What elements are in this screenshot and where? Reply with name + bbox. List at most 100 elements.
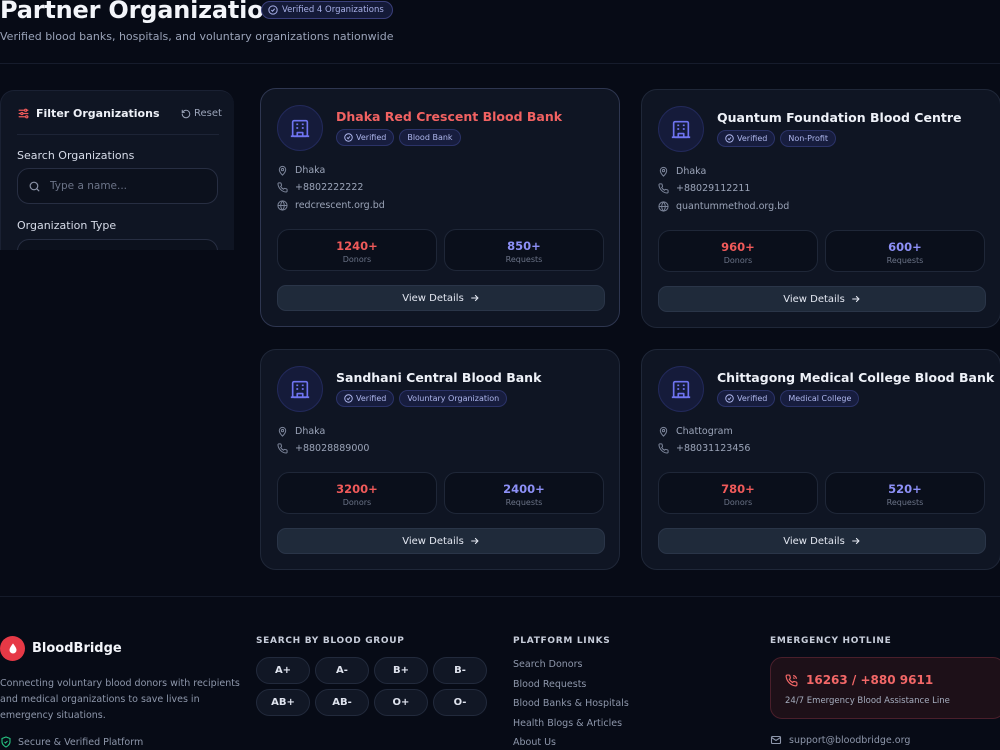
requests-value: 2400+ bbox=[503, 482, 545, 496]
check-circle-icon bbox=[268, 5, 278, 15]
requests-stat: 600+ Requests bbox=[825, 230, 985, 272]
phone-text: +88029112211 bbox=[676, 183, 751, 194]
links-heading: PLATFORM LINKS bbox=[513, 636, 611, 646]
org-card: Sandhani Central Blood Bank Verified Vol… bbox=[260, 349, 620, 570]
donors-stat: 1240+ Donors bbox=[277, 229, 437, 271]
footer-link-search-donors[interactable]: Search Donors bbox=[513, 658, 629, 678]
hotline-number-text: 16263 / +880 9611 bbox=[806, 673, 934, 687]
header-divider bbox=[0, 63, 1000, 64]
requests-value: 520+ bbox=[888, 482, 922, 496]
building-icon bbox=[277, 105, 323, 151]
verified-label: Verified bbox=[737, 394, 768, 403]
org-card: Quantum Foundation Blood Centre Verified… bbox=[641, 89, 1000, 328]
type-tag: Voluntary Organization bbox=[399, 390, 508, 407]
location-text: Dhaka bbox=[295, 426, 326, 437]
phone-text: +88031123456 bbox=[676, 443, 751, 454]
website-row[interactable]: quantummethod.org.bd bbox=[658, 201, 789, 212]
blood-group-chip[interactable]: B- bbox=[433, 657, 487, 684]
page-subtitle: Verified blood banks, hospitals, and vol… bbox=[0, 30, 394, 43]
org-name[interactable]: Chittagong Medical College Blood Bank bbox=[717, 370, 994, 385]
verified-count-badge: Verified 4 Organizations bbox=[261, 1, 393, 19]
view-details-button[interactable]: View Details bbox=[277, 528, 605, 554]
view-details-button[interactable]: View Details bbox=[277, 285, 605, 311]
footer-brand[interactable]: BloodBridge bbox=[0, 636, 122, 661]
donors-value: 960+ bbox=[721, 240, 755, 254]
requests-stat: 520+ Requests bbox=[825, 472, 985, 514]
website-link[interactable]: redcrescent.org.bd bbox=[295, 200, 385, 211]
blood-group-chip[interactable]: AB+ bbox=[256, 689, 310, 716]
search-field[interactable] bbox=[17, 168, 218, 204]
map-pin-icon bbox=[659, 166, 668, 177]
verified-label: Verified bbox=[356, 133, 387, 142]
phone-icon bbox=[277, 443, 288, 454]
requests-label: Requests bbox=[505, 498, 543, 507]
page-title: Partner Organizations bbox=[0, 0, 295, 24]
map-pin-icon bbox=[278, 426, 287, 437]
blood-group-chip[interactable]: O+ bbox=[374, 689, 428, 716]
footer-links: Search Donors Blood Requests Blood Banks… bbox=[513, 658, 629, 750]
verified-tag: Verified bbox=[336, 390, 395, 407]
location-row: Dhaka bbox=[277, 165, 325, 176]
arrow-right-icon bbox=[851, 295, 860, 303]
blood-group-chip[interactable]: A- bbox=[315, 657, 369, 684]
location-row: Dhaka bbox=[658, 166, 706, 177]
blood-group-chip[interactable]: A+ bbox=[256, 657, 310, 684]
donors-value: 1240+ bbox=[336, 239, 378, 253]
view-details-button[interactable]: View Details bbox=[658, 528, 986, 554]
search-icon bbox=[29, 181, 40, 191]
view-details-label: View Details bbox=[402, 292, 464, 304]
requests-value: 600+ bbox=[888, 240, 922, 254]
search-input[interactable] bbox=[50, 180, 200, 192]
tag-row: Verified Blood Bank bbox=[336, 129, 461, 146]
website-link[interactable]: quantummethod.org.bd bbox=[676, 201, 789, 212]
tag-row: Verified Medical College bbox=[717, 390, 860, 407]
blood-drop-icon bbox=[0, 636, 25, 661]
requests-label: Requests bbox=[886, 256, 924, 265]
hotline-number: 16263 / +880 9611 bbox=[785, 673, 933, 687]
phone-text: +8802222222 bbox=[295, 182, 364, 193]
secure-note: Secure & Verified Platform bbox=[0, 736, 143, 748]
donors-label: Donors bbox=[723, 256, 753, 265]
donors-stat: 780+ Donors bbox=[658, 472, 818, 514]
type-tag: Medical College bbox=[780, 390, 860, 407]
reset-label: Reset bbox=[194, 108, 222, 119]
website-row[interactable]: redcrescent.org.bd bbox=[277, 200, 385, 211]
donors-stat: 960+ Donors bbox=[658, 230, 818, 272]
check-circle-icon bbox=[344, 394, 353, 403]
support-email[interactable]: support@bloodbridge.org bbox=[770, 734, 910, 746]
hotline-card[interactable]: 16263 / +880 9611 24/7 Emergency Blood A… bbox=[770, 657, 1000, 719]
phone-row: +88028889000 bbox=[277, 443, 369, 454]
blood-group-chip[interactable]: O- bbox=[433, 689, 487, 716]
arrow-right-icon bbox=[470, 294, 479, 302]
type-label: Organization Type bbox=[17, 219, 117, 232]
mail-icon bbox=[770, 735, 782, 745]
blood-group-chip[interactable]: AB- bbox=[315, 689, 369, 716]
footer-link-blood-requests[interactable]: Blood Requests bbox=[513, 678, 629, 698]
verified-tag: Verified bbox=[717, 390, 776, 407]
globe-icon bbox=[658, 201, 669, 212]
building-icon bbox=[658, 106, 704, 152]
location-row: Dhaka bbox=[277, 426, 325, 437]
footer-link-about[interactable]: About Us bbox=[513, 736, 629, 750]
globe-icon bbox=[277, 200, 288, 211]
reset-button[interactable]: Reset bbox=[181, 108, 222, 119]
filter-title: Filter Organizations bbox=[36, 107, 160, 120]
org-name[interactable]: Quantum Foundation Blood Centre bbox=[717, 110, 961, 125]
view-details-button[interactable]: View Details bbox=[658, 286, 986, 312]
location-text: Chattogram bbox=[676, 426, 733, 437]
donors-label: Donors bbox=[342, 255, 372, 264]
phone-icon bbox=[277, 182, 288, 193]
type-tag: Non-Profit bbox=[780, 130, 837, 147]
org-name[interactable]: Sandhani Central Blood Bank bbox=[336, 370, 541, 385]
location-text: Dhaka bbox=[676, 166, 707, 177]
org-name[interactable]: Dhaka Red Crescent Blood Bank bbox=[336, 109, 562, 124]
badge-text: Verified 4 Organizations bbox=[282, 5, 384, 15]
requests-label: Requests bbox=[886, 498, 924, 507]
phone-row: +88031123456 bbox=[658, 443, 750, 454]
filter-header: Filter Organizations bbox=[17, 107, 160, 120]
blood-group-chip[interactable]: B+ bbox=[374, 657, 428, 684]
type-select[interactable] bbox=[17, 239, 218, 250]
brand-name: BloodBridge bbox=[32, 641, 122, 656]
footer-link-blood-banks[interactable]: Blood Banks & Hospitals bbox=[513, 697, 629, 717]
footer-link-health-blogs[interactable]: Health Blogs & Articles bbox=[513, 717, 629, 737]
